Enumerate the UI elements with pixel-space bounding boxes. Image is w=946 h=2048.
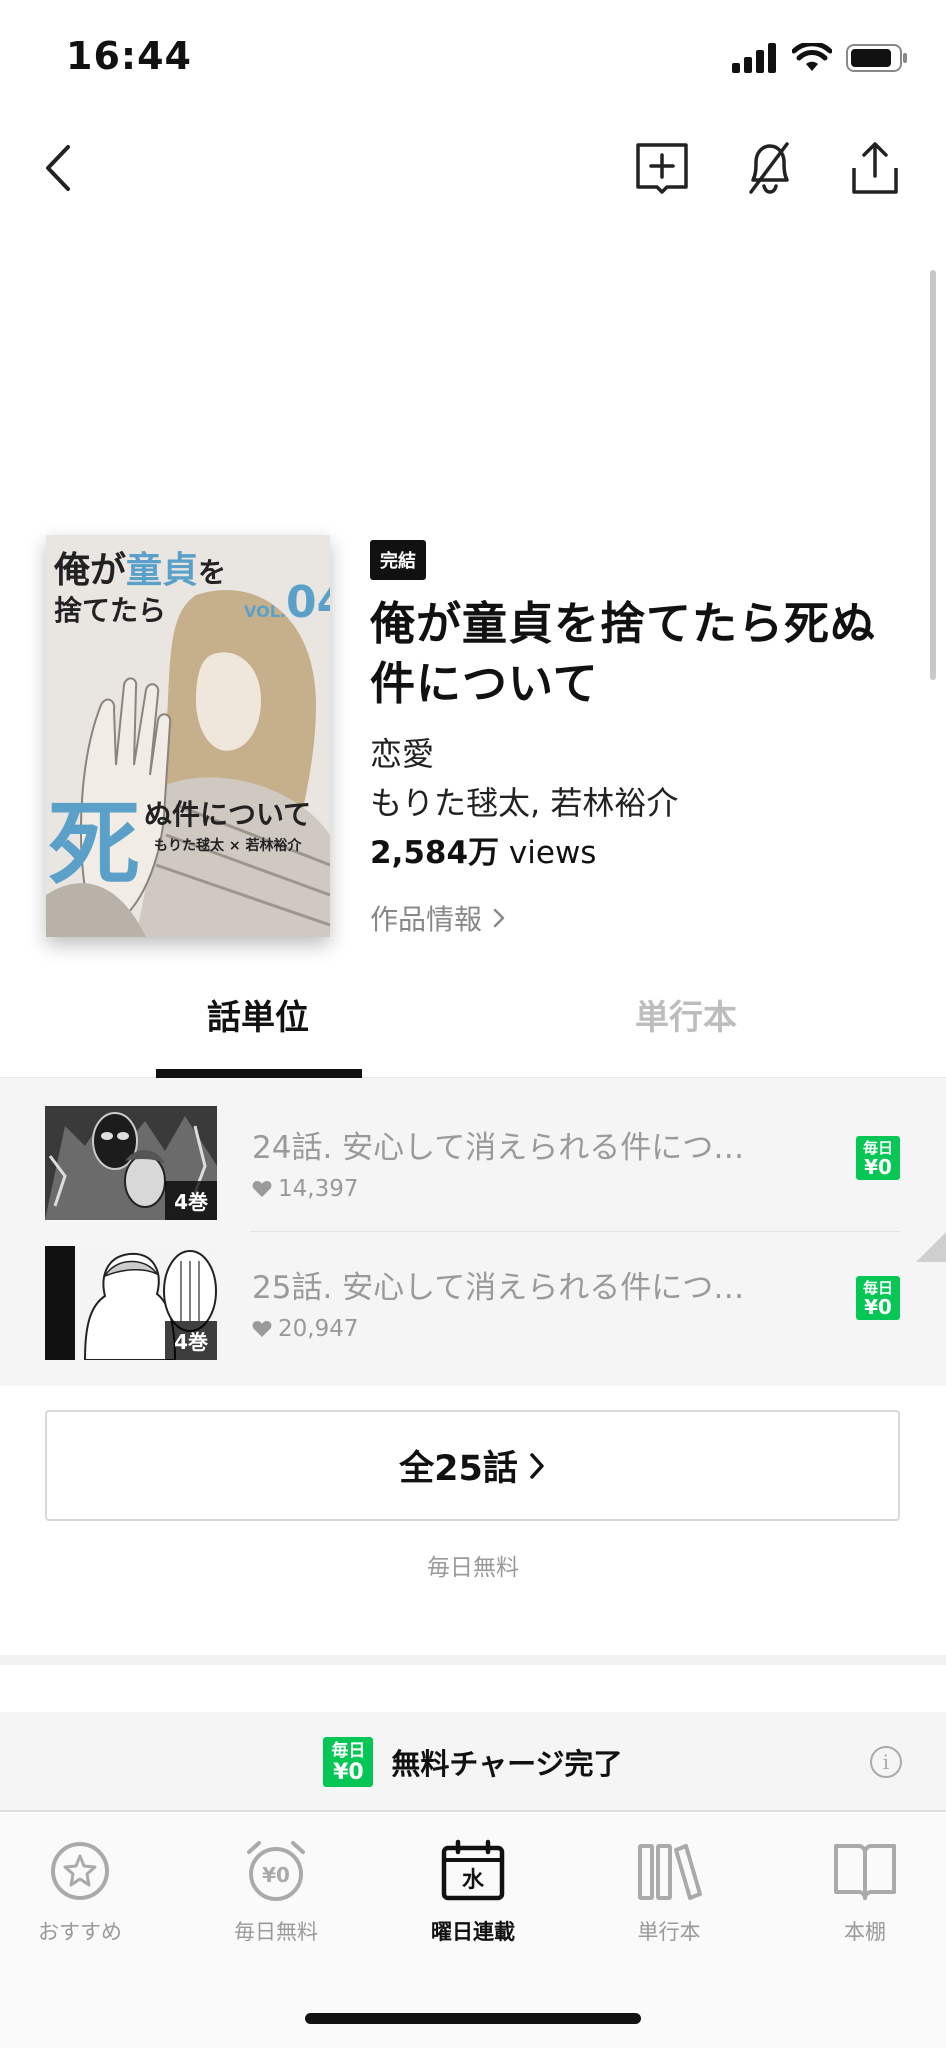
calendar-day-text: 水 — [462, 1868, 485, 1893]
likes-count: 20,947 — [278, 1316, 359, 1342]
chevron-right-icon — [493, 908, 505, 928]
bottom-nav-label: 本棚 — [844, 1920, 886, 1944]
top-nav — [0, 120, 946, 220]
episode-likes: 20,947 — [252, 1316, 358, 1342]
episode-tabs: 話単位 単行本 — [0, 960, 946, 1078]
cellular-signal-icon — [732, 43, 776, 73]
bottom-nav-volumes[interactable]: 単行本 — [574, 1836, 764, 1946]
cover-title-part: 俺が — [54, 549, 127, 591]
info-icon[interactable]: i — [870, 1746, 902, 1778]
daily-free-caption: 毎日無料 — [427, 1555, 519, 1581]
wifi-icon — [792, 43, 832, 71]
badge-bottom: ¥0 — [864, 1155, 892, 1179]
work-info-link[interactable]: 作品情報 — [370, 898, 910, 938]
charge-status-text: 無料チャージ完了 — [391, 1747, 623, 1781]
scrollbar[interactable] — [930, 270, 936, 680]
views-unit: 万 — [468, 835, 500, 871]
episode-divider — [250, 1231, 900, 1232]
status-badge: 完結 — [370, 540, 426, 580]
series-views: 2,584万 views — [370, 828, 910, 878]
notification-toggle-button[interactable] — [730, 120, 810, 216]
likes-count: 14,397 — [278, 1176, 359, 1202]
list-item[interactable]: 4巻 25話. 安心して消えられる件につ… 20,947 毎日 ¥0 — [0, 1218, 946, 1360]
chevron-right-icon — [530, 1452, 544, 1479]
battery-icon — [846, 44, 907, 72]
add-bookshelf-icon — [636, 143, 688, 194]
heart-icon — [252, 1321, 272, 1337]
charge-content: 毎日 ¥0 無料チャージ完了 — [0, 1712, 946, 1812]
daily-free-badge: 毎日 ¥0 — [323, 1737, 374, 1787]
volume-tag: 4巻 — [165, 1321, 217, 1360]
all-episodes-label: 全25話 — [399, 1449, 518, 1489]
cover-title-part: を — [198, 556, 227, 589]
episode-thumbnail: 4巻 — [45, 1106, 217, 1220]
cover-big-char: 死 — [48, 790, 141, 898]
back-icon — [46, 145, 70, 191]
all-episodes-button[interactable]: 全25話 — [45, 1410, 900, 1521]
series-info: 完結 俺が童貞を捨てたら死ぬ件について 恋愛 もりた毬太, 若林裕介 2,584… — [370, 540, 910, 938]
cover-vol-label: VOL. — [244, 602, 286, 621]
bottom-nav-label: 毎日無料 — [234, 1920, 318, 1944]
bottom-nav-label: 曜日連載 — [431, 1920, 515, 1944]
bottom-nav-label: 単行本 — [637, 1920, 701, 1944]
volume-tag: 4巻 — [165, 1181, 217, 1220]
svg-text:¥0: ¥0 — [262, 1863, 290, 1887]
heart-icon — [252, 1181, 272, 1197]
status-time: 16:44 — [66, 34, 192, 78]
cover-vol-number: 04 — [285, 577, 330, 628]
calendar-weekday-icon: 水 — [438, 1836, 508, 1906]
daily-free-badge: 毎日 ¥0 — [856, 1136, 900, 1180]
badge-bottom: ¥0 — [333, 1760, 364, 1785]
open-book-icon — [830, 1836, 900, 1906]
cover-title-line1: 俺が童貞を — [54, 541, 226, 593]
add-to-bookshelf-button[interactable] — [622, 120, 702, 216]
work-info-label: 作品情報 — [370, 903, 483, 936]
alarm-clock-yen-icon: ¥0 — [241, 1836, 311, 1906]
tab-episodes[interactable]: 話単位 — [108, 960, 408, 1078]
bottom-nav-weekday-series[interactable]: 水 曜日連載 — [378, 1836, 568, 1946]
episode-title: 24話. 安心して消えられる件につ… — [252, 1130, 745, 1166]
badge-top: 毎日 — [331, 1741, 366, 1761]
status-bar: 16:44 — [0, 0, 946, 110]
bottom-nav-recommended[interactable]: おすすめ — [0, 1836, 175, 1946]
cover-image[interactable]: 俺が童貞を 捨てたら VOL.04 死 ぬ件について もりた毬太 × 若林裕介 — [46, 535, 330, 937]
episode-thumbnail: 4巻 — [45, 1246, 217, 1360]
notification-off-icon — [749, 142, 789, 194]
cover-title-part-highlight: 童貞 — [126, 549, 199, 591]
tab-volumes[interactable]: 単行本 — [536, 960, 836, 1078]
corner-marker — [916, 1232, 946, 1262]
cover-volume: VOL.04 — [244, 577, 330, 628]
views-suffix: views — [508, 835, 597, 871]
back-button[interactable] — [20, 120, 100, 216]
episode-list: 4巻 24話. 安心して消えられる件につ… 14,397 毎日 ¥0 4巻 25… — [0, 1078, 946, 1386]
cover-title-line3: ぬ件について — [144, 798, 312, 831]
episode-title: 25話. 安心して消えられる件につ… — [252, 1270, 745, 1306]
views-number: 2,584 — [370, 835, 469, 871]
section-separator — [0, 1655, 946, 1665]
cover-title-line2: 捨てたら — [54, 594, 167, 627]
charge-banner[interactable]: 毎日 ¥0 無料チャージ完了 i — [0, 1712, 946, 1812]
bottom-nav-bookshelf[interactable]: 本棚 — [770, 1836, 946, 1946]
list-item[interactable]: 4巻 24話. 安心して消えられる件につ… 14,397 毎日 ¥0 — [0, 1078, 946, 1220]
share-icon — [852, 142, 898, 194]
books-icon — [634, 1836, 704, 1906]
cover-authors: もりた毬太 × 若林裕介 — [154, 838, 302, 854]
star-badge-icon — [45, 1836, 115, 1906]
badge-bottom: ¥0 — [864, 1295, 892, 1319]
bottom-nav-label: おすすめ — [38, 1920, 122, 1944]
share-button[interactable] — [835, 120, 915, 216]
bottom-nav-daily-free[interactable]: ¥0 毎日無料 — [181, 1836, 371, 1946]
series-title: 俺が童貞を捨てたら死ぬ件について — [370, 597, 877, 710]
series-authors[interactable]: もりた毬太, 若林裕介 — [370, 778, 910, 828]
series-genre[interactable]: 恋愛 — [370, 730, 910, 778]
home-indicator[interactable] — [305, 2013, 641, 2024]
status-icons — [732, 40, 908, 76]
daily-free-badge: 毎日 ¥0 — [856, 1276, 900, 1320]
episode-likes: 14,397 — [252, 1176, 358, 1202]
